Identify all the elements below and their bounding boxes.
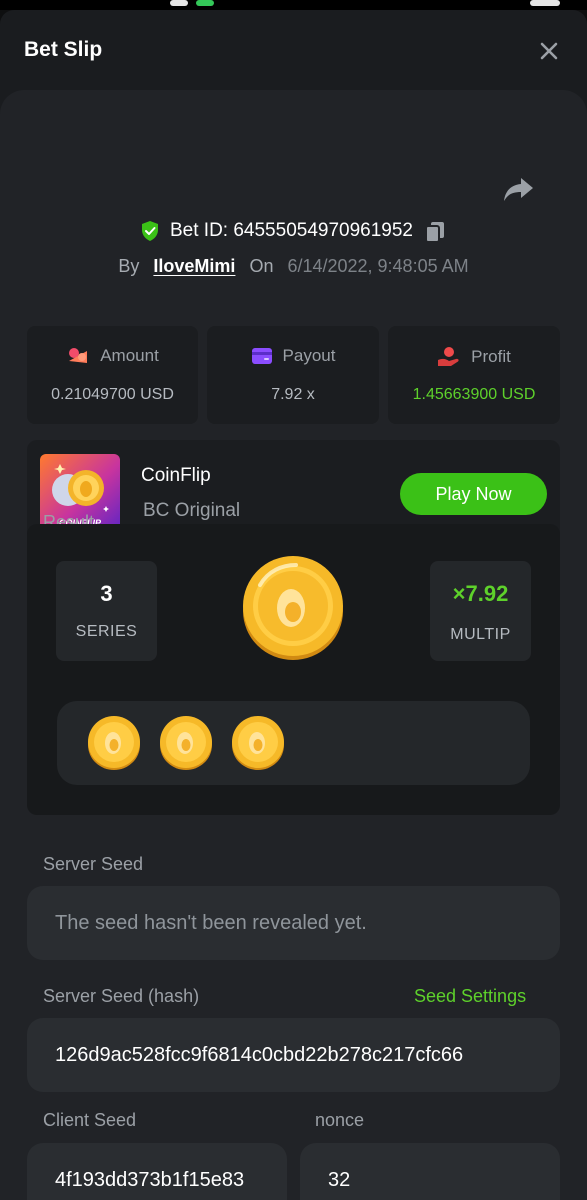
coin-icon xyxy=(160,716,212,770)
copy-icon[interactable] xyxy=(423,219,447,243)
status-bar xyxy=(0,0,587,10)
bet-date: 6/14/2022, 9:48:05 AM xyxy=(287,255,469,276)
amount-label: Amount xyxy=(100,346,159,365)
series-value: 3 xyxy=(100,581,113,606)
big-coin-icon xyxy=(243,556,343,660)
status-icon xyxy=(530,0,560,6)
nonce-value: 32 xyxy=(328,1168,351,1191)
payout-value: 7.92 x xyxy=(271,386,315,403)
multiplier-tile: ×7.92 MULTIP xyxy=(430,561,531,661)
user-link[interactable]: IloveMimi xyxy=(153,256,235,277)
signal-icon xyxy=(196,0,214,6)
verified-shield-icon xyxy=(142,221,158,241)
server-seed-field[interactable]: The seed hasn't been revealed yet. xyxy=(27,886,560,960)
coin-icon xyxy=(88,716,140,770)
battery-icon xyxy=(170,0,188,6)
on-label: On xyxy=(249,255,274,276)
client-seed-value: 4f193dd373b1f15e83 xyxy=(55,1168,245,1191)
server-seed-hash-value: 126d9ac528fcc9f6814c0cbd22b278c217cfc66 xyxy=(55,1043,464,1066)
game-name: CoinFlip xyxy=(141,465,211,486)
seed-settings-link[interactable]: Seed Settings xyxy=(414,986,526,1007)
multiplier-caption: MULTIP xyxy=(450,626,511,643)
modal-title: Bet Slip xyxy=(24,38,103,61)
by-label: By xyxy=(118,255,140,276)
payout-label: Payout xyxy=(282,346,336,365)
payout-card: Payout 7.92 x xyxy=(207,326,379,424)
nonce-field[interactable]: 32 xyxy=(300,1143,560,1200)
series-caption: SERIES xyxy=(75,623,138,640)
amount-card: Amount 0.21049700 USD xyxy=(27,326,198,424)
coins-icon xyxy=(69,348,88,363)
server-seed-hash-label: Server Seed (hash) xyxy=(43,986,200,1006)
client-seed-field[interactable]: 4f193dd373b1f15e83 xyxy=(27,1143,287,1200)
amount-value: 0.21049700 USD xyxy=(51,386,174,403)
play-now-button[interactable]: Play Now xyxy=(400,473,547,515)
game-subtitle: BC Original xyxy=(143,500,241,521)
server-seed-label: Server Seed xyxy=(43,854,144,874)
bet-id-row: Bet ID: 64555054970961952 xyxy=(0,216,587,246)
result-panel: 3 SERIES ×7.92 MULTIP xyxy=(27,524,560,815)
coin-icon xyxy=(232,716,284,770)
profit-value: 1.45663900 USD xyxy=(412,386,536,403)
share-icon[interactable] xyxy=(502,176,534,204)
close-icon[interactable] xyxy=(537,39,561,63)
bet-id: Bet ID: 64555054970961952 xyxy=(170,220,413,241)
profit-card: Profit 1.45663900 USD xyxy=(388,326,560,424)
server-seed-hash-field[interactable]: 126d9ac528fcc9f6814c0cbd22b278c217cfc66 xyxy=(27,1018,560,1092)
multiplier-value: ×7.92 xyxy=(452,581,509,606)
nonce-label: nonce xyxy=(315,1110,365,1130)
series-tile: 3 SERIES xyxy=(56,561,157,661)
hand-coin-icon xyxy=(438,347,459,366)
bet-meta-row: By IloveMimi On 6/14/2022, 9:48:05 AM xyxy=(0,253,587,279)
card-icon xyxy=(251,348,272,364)
coin-history-strip xyxy=(57,701,530,785)
server-seed-placeholder: The seed hasn't been revealed yet. xyxy=(55,911,367,934)
profit-label: Profit xyxy=(471,347,511,366)
client-seed-label: Client Seed xyxy=(43,1110,137,1130)
